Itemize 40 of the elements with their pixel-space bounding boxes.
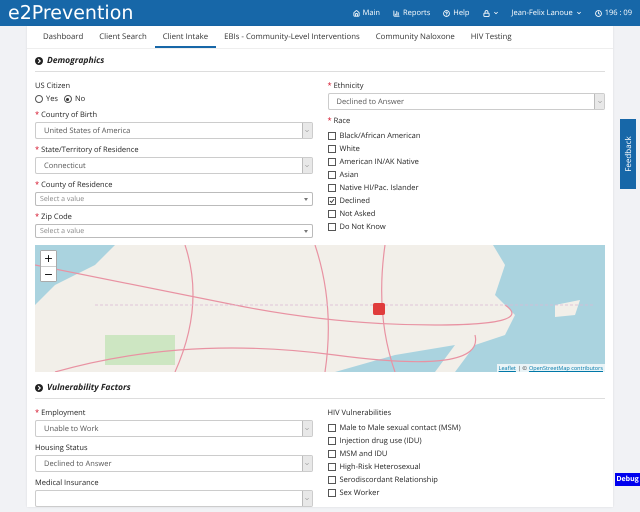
- caret-icon: [492, 10, 499, 16]
- chevron-circle-icon: [35, 56, 43, 64]
- caret-icon: [576, 10, 582, 16]
- checkbox[interactable]: [328, 424, 336, 432]
- caret-icon: [304, 496, 310, 502]
- caret-icon: [304, 128, 310, 134]
- checkbox[interactable]: [328, 436, 336, 444]
- checkbox[interactable]: [328, 132, 336, 140]
- checkbox[interactable]: [328, 184, 336, 192]
- caret-icon: [304, 426, 310, 432]
- chevron-circle-icon: [35, 384, 43, 392]
- chart-icon: [393, 10, 400, 16]
- caret-icon: [304, 230, 308, 232]
- checkbox[interactable]: [328, 462, 336, 470]
- checkbox[interactable]: [328, 222, 336, 230]
- help-icon: [443, 10, 450, 16]
- checkbox[interactable]: [328, 476, 336, 484]
- checkbox[interactable]: [328, 488, 336, 496]
- checkbox[interactable]: [328, 210, 336, 218]
- app-logo: e2Prevention: [8, 2, 134, 24]
- clock-icon: [594, 10, 602, 16]
- checkbox[interactable]: [328, 450, 336, 458]
- radio-button[interactable]: [64, 95, 72, 103]
- checkbox[interactable]: [328, 196, 336, 204]
- caret-icon: [596, 98, 602, 104]
- home-icon: [352, 10, 360, 16]
- caret-icon: [304, 162, 310, 168]
- feedback-button[interactable]: Feedback: [620, 119, 636, 189]
- section-title: Vulnerability Factors: [47, 382, 131, 393]
- checkbox[interactable]: [328, 170, 336, 178]
- checkbox[interactable]: [328, 158, 336, 166]
- zoom-out-button[interactable]: −: [41, 266, 56, 281]
- lock-icon: [482, 10, 490, 16]
- radio-button[interactable]: [35, 95, 43, 103]
- caret-icon: [304, 460, 310, 466]
- section-title: Demographics: [47, 55, 104, 66]
- select-field[interactable]: [35, 490, 312, 507]
- caret-icon: [304, 198, 308, 200]
- checkbox[interactable]: [328, 144, 336, 152]
- dropdown-menu[interactable]: [482, 10, 499, 16]
